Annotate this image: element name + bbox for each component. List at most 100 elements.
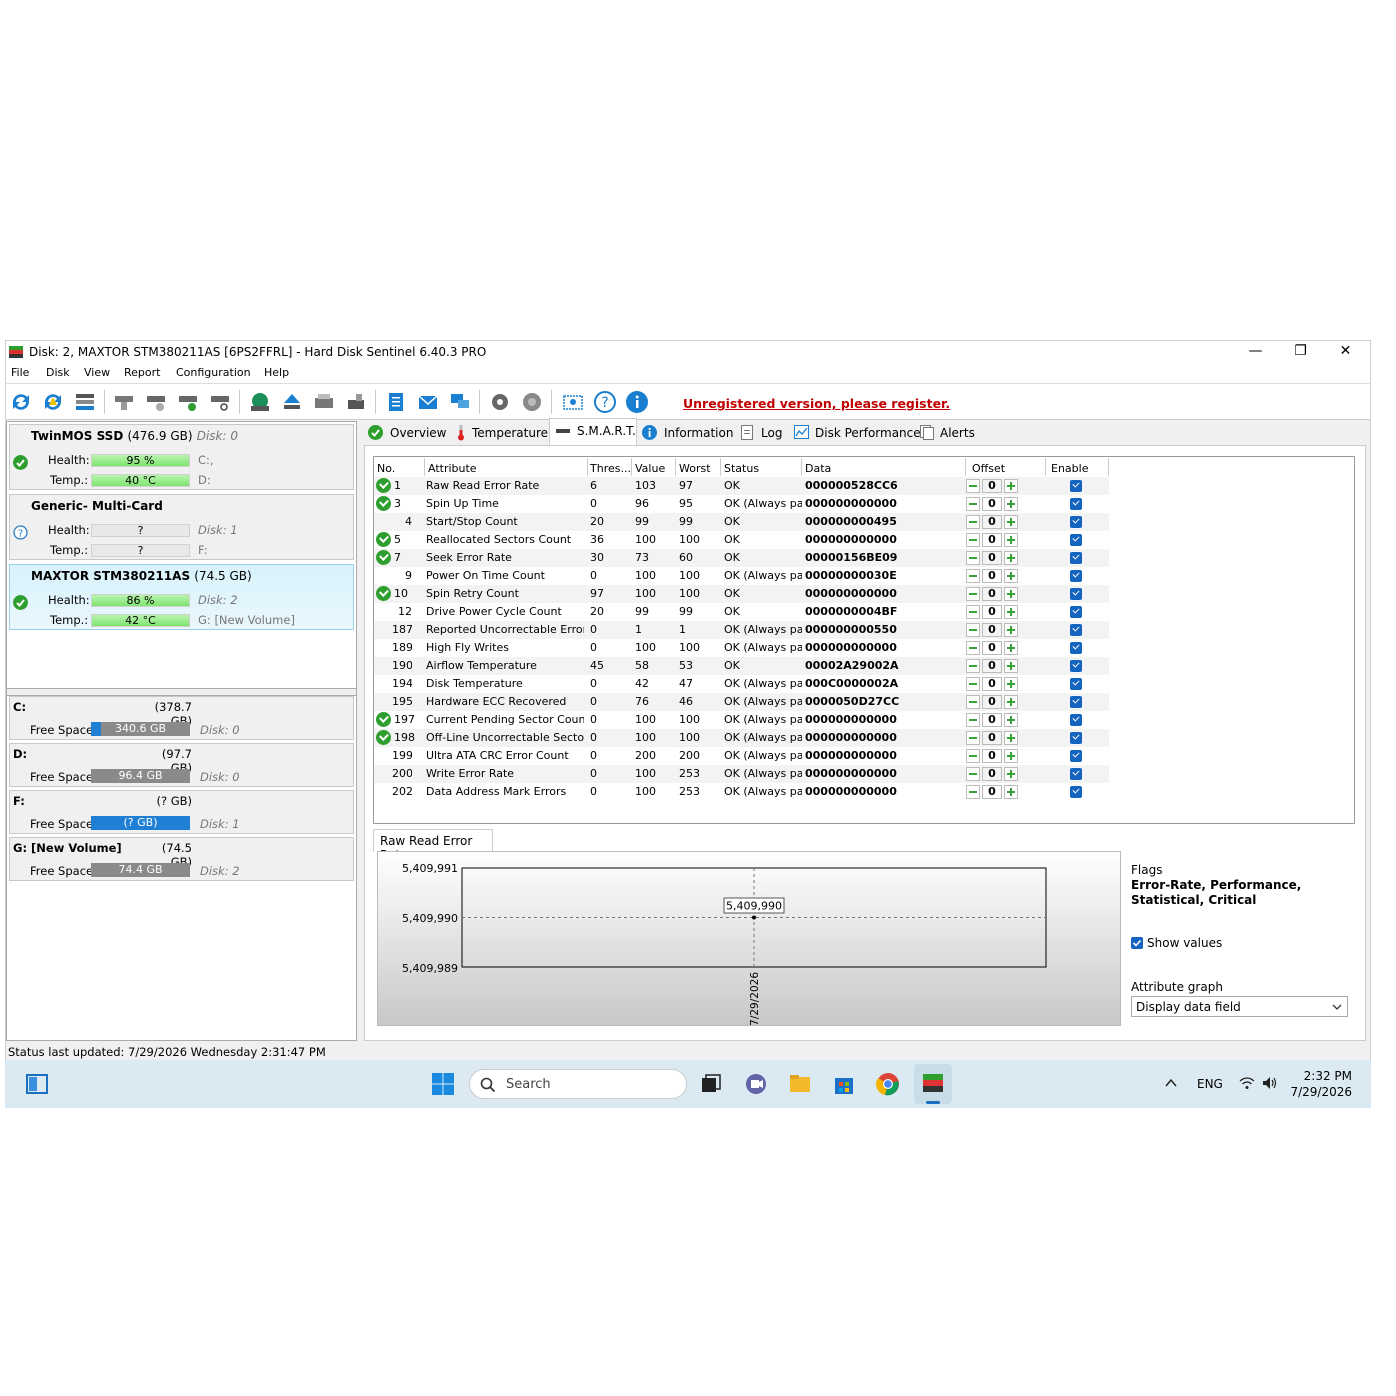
offset-increase-button[interactable] <box>1004 641 1018 655</box>
file-explorer-icon[interactable] <box>788 1072 812 1096</box>
offset-decrease-button[interactable] <box>966 659 980 673</box>
backup-icon[interactable] <box>312 390 336 414</box>
col-status[interactable]: Status <box>724 462 759 475</box>
enable-checkbox[interactable] <box>1070 570 1082 582</box>
disk-schedule-icon[interactable] <box>144 390 168 414</box>
offset-increase-button[interactable] <box>1004 785 1018 799</box>
enable-checkbox[interactable] <box>1070 714 1082 726</box>
offset-value[interactable]: 0 <box>982 569 1002 583</box>
attribute-graph-select[interactable]: Display data field <box>1131 996 1348 1017</box>
eject-icon[interactable] <box>280 390 304 414</box>
offset-decrease-button[interactable] <box>966 551 980 565</box>
disk-entry-maxtor[interactable]: MAXTOR STM380211AS (74.5 GB) Health: 86 … <box>9 564 354 630</box>
col-worst[interactable]: Worst <box>679 462 711 475</box>
minimize-button[interactable]: — <box>1233 341 1278 363</box>
col-threshold[interactable]: Thres... <box>590 462 631 475</box>
tab-smart[interactable]: S.M.A.R.T. <box>549 418 637 446</box>
offset-decrease-button[interactable] <box>966 767 980 781</box>
col-value[interactable]: Value <box>635 462 665 475</box>
offset-decrease-button[interactable] <box>966 515 980 529</box>
col-data[interactable]: Data <box>805 462 831 475</box>
disk-test-icon[interactable] <box>176 390 200 414</box>
chrome-icon[interactable] <box>876 1072 900 1096</box>
taskbar-search[interactable]: Search <box>469 1069 687 1099</box>
offset-value[interactable]: 0 <box>982 659 1002 673</box>
offset-value[interactable]: 0 <box>982 695 1002 709</box>
windows-start-icon[interactable] <box>431 1072 455 1096</box>
offset-value[interactable]: 0 <box>982 749 1002 763</box>
offset-decrease-button[interactable] <box>966 479 980 493</box>
table-row[interactable]: 200 Write Error Rate 0 100 253 OK (Always pa.… <box>374 765 1109 783</box>
volume-d[interactable]: D: (97.7 GB) Free Space 96.4 GB Disk: 0 <box>9 743 354 787</box>
col-no[interactable]: No. <box>377 462 395 475</box>
email-icon[interactable] <box>416 390 440 414</box>
volume-icon[interactable] <box>1262 1076 1278 1090</box>
offset-increase-button[interactable] <box>1004 731 1018 745</box>
clock-time[interactable]: 2:32 PM <box>1292 1069 1352 1083</box>
enable-checkbox[interactable] <box>1070 552 1082 564</box>
offset-decrease-button[interactable] <box>966 749 980 763</box>
enable-checkbox[interactable] <box>1070 786 1082 798</box>
table-row[interactable]: 3Spin Up Time09695OK (Always pa...000000… <box>374 495 1109 513</box>
offset-value[interactable]: 0 <box>982 767 1002 781</box>
info-icon[interactable] <box>625 390 649 414</box>
tab-overview[interactable]: Overview <box>364 421 447 445</box>
settings-icon[interactable] <box>488 390 512 414</box>
table-row[interactable]: 12 Drive Power Cycle Count 20 99 99 OK 0000000… <box>374 603 1109 621</box>
table-row[interactable]: 194 Disk Temperature 0 42 47 OK (Always pa...… <box>374 675 1109 693</box>
offset-decrease-button[interactable] <box>966 497 980 511</box>
disk-list-icon[interactable] <box>73 390 97 414</box>
col-offset[interactable]: Offset <box>972 462 1005 475</box>
offset-value[interactable]: 0 <box>982 497 1002 511</box>
offset-increase-button[interactable] <box>1004 551 1018 565</box>
table-row[interactable]: 197 Current Pending Sector Count 0 100 100 OK… <box>374 711 1109 729</box>
offset-decrease-button[interactable] <box>966 533 980 547</box>
offset-value[interactable]: 0 <box>982 785 1002 799</box>
disk-entry-twinmos[interactable]: TwinMOS SSD (476.9 GB) Disk: 0 Health: 9… <box>9 424 354 490</box>
enable-checkbox[interactable] <box>1070 678 1082 690</box>
offset-decrease-button[interactable] <box>966 641 980 655</box>
enable-checkbox[interactable] <box>1070 606 1082 618</box>
offset-decrease-button[interactable] <box>966 569 980 583</box>
offset-value[interactable]: 0 <box>982 515 1002 529</box>
show-values-checkbox[interactable] <box>1131 937 1143 949</box>
table-row[interactable]: 9 Power On Time Count 0 100 100 OK (Always pa… <box>374 567 1109 585</box>
enable-checkbox[interactable] <box>1070 498 1082 510</box>
offset-value[interactable]: 0 <box>982 641 1002 655</box>
taskbar-active-app[interactable] <box>914 1064 952 1104</box>
enable-checkbox[interactable] <box>1070 660 1082 672</box>
col-attribute[interactable]: Attribute <box>428 462 477 475</box>
sound-icon[interactable] <box>520 390 544 414</box>
offset-increase-button[interactable] <box>1004 677 1018 691</box>
offset-increase-button[interactable] <box>1004 587 1018 601</box>
table-row[interactable]: 199 Ultra ATA CRC Error Count 0 200 200 OK (A… <box>374 747 1109 765</box>
offset-decrease-button[interactable] <box>966 623 980 637</box>
surface-test-icon[interactable] <box>248 390 272 414</box>
tab-alerts[interactable]: Alerts <box>916 421 976 445</box>
offset-increase-button[interactable] <box>1004 605 1018 619</box>
enable-checkbox[interactable] <box>1070 732 1082 744</box>
tab-information[interactable]: Information <box>638 421 734 445</box>
menu-help[interactable]: Help <box>264 366 289 379</box>
microsoft-store-icon[interactable] <box>832 1072 856 1096</box>
offset-value[interactable]: 0 <box>982 479 1002 493</box>
offset-increase-button[interactable] <box>1004 533 1018 547</box>
col-enable[interactable]: Enable <box>1051 462 1088 475</box>
menu-file[interactable]: File <box>11 366 29 379</box>
table-row[interactable]: 202 Data Address Mark Errors 0 100 253 OK (Al… <box>374 783 1109 801</box>
offset-increase-button[interactable] <box>1004 695 1018 709</box>
offset-value[interactable]: 0 <box>982 551 1002 565</box>
smart-attribute-table[interactable]: No. Attribute Thres... Value Worst Statu… <box>373 456 1355 824</box>
table-row[interactable]: 198 Off-Line Uncorrectable Sector... 0 100 1… <box>374 729 1109 747</box>
offset-value[interactable]: 0 <box>982 677 1002 691</box>
screenshot-icon[interactable] <box>561 390 585 414</box>
enable-checkbox[interactable] <box>1070 588 1082 600</box>
panel-splitter[interactable] <box>7 688 356 696</box>
offset-increase-button[interactable] <box>1004 497 1018 511</box>
offset-increase-button[interactable] <box>1004 623 1018 637</box>
unregistered-link[interactable]: Unregistered version, please register. <box>683 396 950 411</box>
chevron-up-icon[interactable] <box>1165 1078 1177 1088</box>
offset-increase-button[interactable] <box>1004 713 1018 727</box>
offset-value[interactable]: 0 <box>982 587 1002 601</box>
offset-increase-button[interactable] <box>1004 767 1018 781</box>
